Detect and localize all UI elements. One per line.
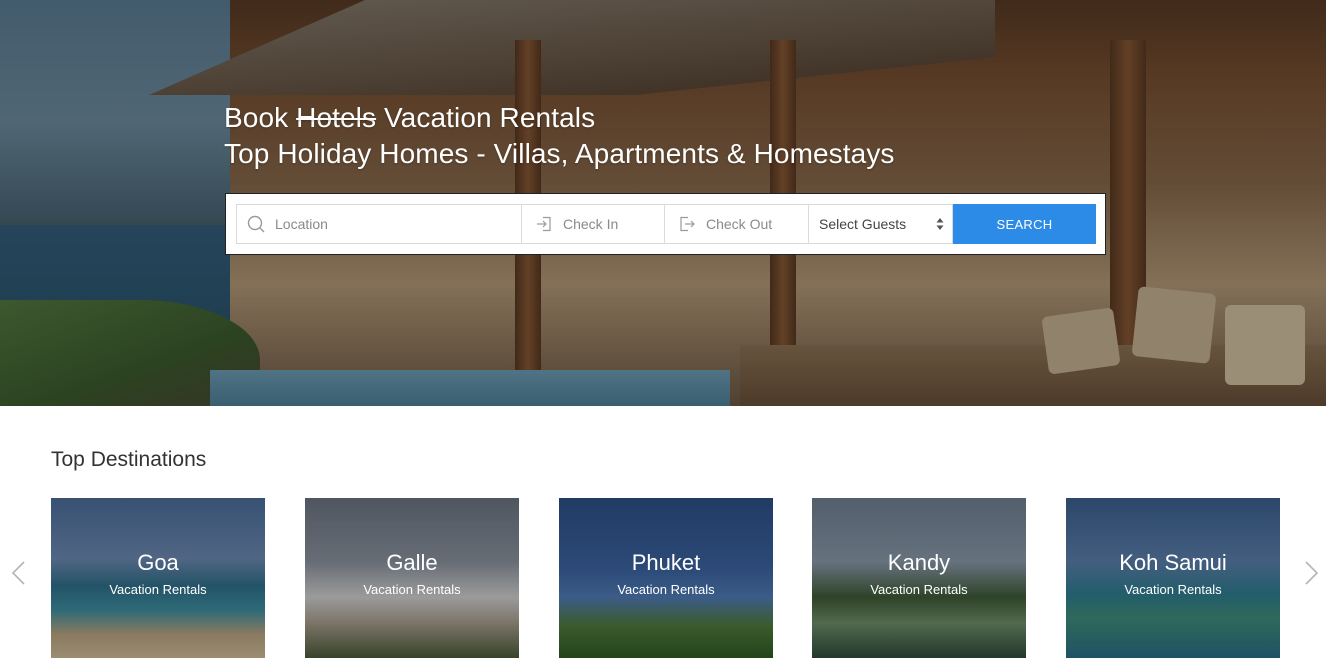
guests-select-label: Select Guests	[819, 216, 907, 232]
carousel-next-button[interactable]	[1302, 560, 1320, 586]
destination-image-overlay	[1066, 498, 1280, 658]
search-button[interactable]: SEARCH	[953, 204, 1096, 244]
select-arrows-icon	[936, 217, 944, 231]
hero-title: Book Hotels Vacation Rentals Top Holiday…	[224, 100, 895, 172]
destination-subtitle: Vacation Rentals	[1124, 582, 1222, 597]
check-out-placeholder: Check Out	[706, 216, 773, 232]
location-field[interactable]: Location	[236, 204, 522, 244]
destination-name: Kandy	[887, 550, 951, 575]
check-in-placeholder: Check In	[563, 216, 619, 232]
destination-name: Goa	[137, 550, 179, 575]
destination-subtitle: Vacation Rentals	[870, 582, 968, 597]
sign-out-icon	[678, 215, 696, 233]
check-in-field[interactable]: Check In	[522, 204, 665, 244]
destination-image-overlay	[812, 498, 1026, 658]
destination-name: Phuket	[631, 550, 701, 575]
destination-name: Koh Samui	[1119, 550, 1227, 575]
destination-card-kandy[interactable]: Kandy Vacation Rentals	[812, 498, 1026, 658]
hero-title-line2: Top Holiday Homes - Villas, Apartments &…	[224, 138, 895, 169]
destination-subtitle: Vacation Rentals	[109, 582, 207, 597]
destination-card-galle[interactable]: Galle Vacation Rentals	[305, 498, 519, 658]
hero-title-struck: Hotels	[296, 102, 377, 133]
sign-in-icon	[535, 215, 553, 233]
destination-image-overlay	[51, 498, 265, 658]
chevron-left-icon	[11, 561, 25, 585]
destination-image-overlay	[559, 498, 773, 658]
hero-title-line1: Book Hotels Vacation Rentals	[224, 100, 895, 136]
destination-image-overlay	[305, 498, 519, 658]
search-icon	[247, 215, 265, 233]
destination-card-koh-samui[interactable]: Koh Samui Vacation Rentals	[1066, 498, 1280, 658]
destination-card-phuket[interactable]: Phuket Vacation Rentals	[559, 498, 773, 658]
location-placeholder: Location	[275, 216, 328, 232]
hero-title-suffix: Vacation Rentals	[383, 102, 596, 133]
section-title: Top Destinations	[51, 448, 207, 471]
hero-title-prefix: Book	[224, 102, 289, 133]
destination-subtitle: Vacation Rentals	[363, 582, 461, 597]
guests-select[interactable]: Select Guests	[809, 204, 953, 244]
search-form: Location Check In Check Out Select Guest…	[225, 193, 1106, 255]
carousel-prev-button[interactable]	[10, 560, 28, 586]
destination-card-goa[interactable]: Goa Vacation Rentals	[51, 498, 265, 658]
destination-name: Galle	[386, 550, 438, 575]
chevron-right-icon	[1305, 561, 1319, 585]
destination-carousel: Goa Vacation Rentals Galle Vacation Rent…	[51, 498, 1280, 658]
destination-subtitle: Vacation Rentals	[617, 582, 715, 597]
check-out-field[interactable]: Check Out	[665, 204, 809, 244]
